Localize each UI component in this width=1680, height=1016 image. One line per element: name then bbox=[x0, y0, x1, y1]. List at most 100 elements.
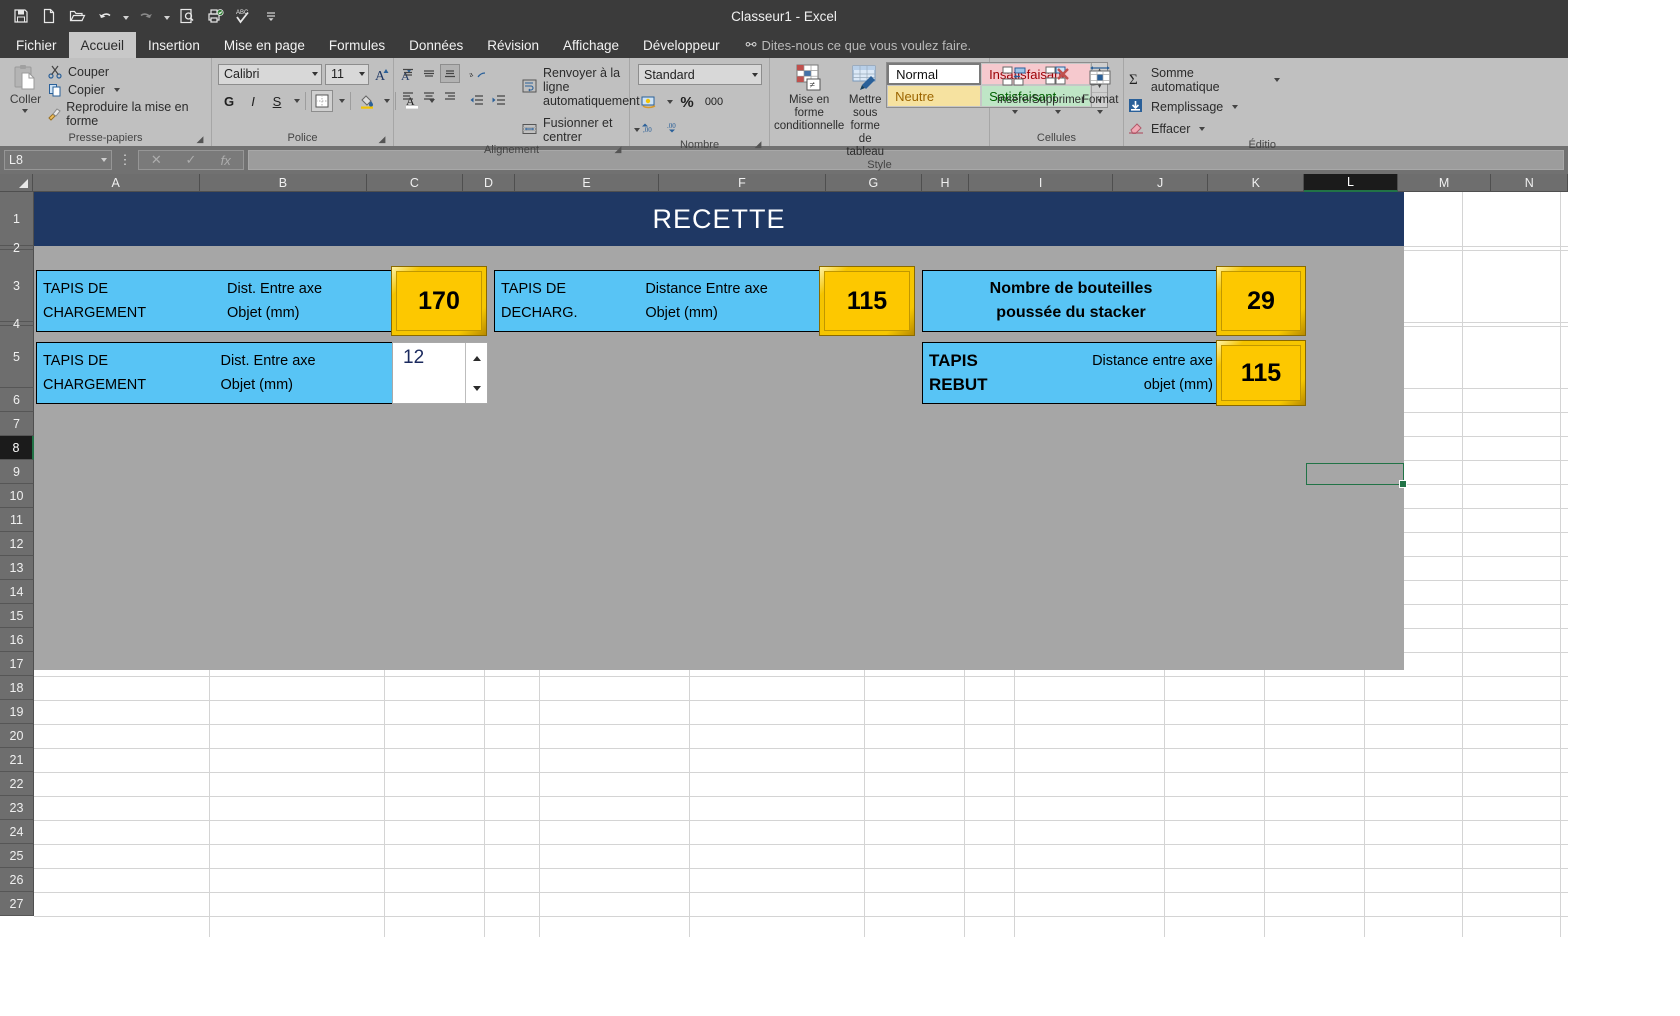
autosum-dropdown-icon[interactable] bbox=[1274, 78, 1280, 82]
column-header-F[interactable]: F bbox=[658, 174, 827, 192]
formula-bar-handle[interactable]: ⋮ bbox=[116, 152, 134, 168]
row-header-11[interactable]: 11 bbox=[0, 508, 34, 532]
spinner-arrows[interactable] bbox=[465, 343, 487, 403]
alignment-dialog-launcher[interactable]: ◢ bbox=[613, 145, 623, 155]
borders-dropdown-icon[interactable] bbox=[339, 99, 345, 103]
autosum-button[interactable]: Σ Somme automatique bbox=[1128, 64, 1280, 96]
align-left-button[interactable] bbox=[398, 87, 418, 106]
selected-cell-L8[interactable] bbox=[1306, 463, 1407, 488]
value-box-tapis-rebut[interactable]: 115 bbox=[1216, 340, 1306, 406]
tab-affichage[interactable]: Affichage bbox=[551, 32, 631, 58]
row-header-18[interactable]: 18 bbox=[0, 676, 34, 700]
cancel-icon[interactable]: ✕ bbox=[139, 152, 174, 168]
column-header-N[interactable]: N bbox=[1491, 174, 1568, 192]
font-name-combo[interactable]: Calibri bbox=[218, 63, 322, 85]
paste-dropdown-icon[interactable] bbox=[22, 109, 29, 113]
thousands-separator-button[interactable]: 000 bbox=[701, 91, 727, 113]
font-dialog-launcher[interactable]: ◢ bbox=[377, 135, 387, 145]
borders-button[interactable] bbox=[311, 90, 333, 112]
cell-style-normal[interactable]: Normal bbox=[887, 63, 982, 85]
spinner-value[interactable]: 12 bbox=[393, 343, 465, 403]
row-header-20[interactable]: 20 bbox=[0, 724, 34, 748]
percent-style-button[interactable]: % bbox=[676, 91, 698, 113]
column-header-D[interactable]: D bbox=[462, 174, 516, 192]
customize-qat-icon[interactable] bbox=[258, 3, 284, 29]
chevron-down-icon[interactable] bbox=[101, 158, 107, 162]
tab-donnees[interactable]: Données bbox=[397, 32, 475, 58]
insert-cells-button[interactable]: Insérer bbox=[994, 60, 1035, 114]
print-preview-icon[interactable] bbox=[174, 3, 200, 29]
row-header-7[interactable]: 7 bbox=[0, 412, 34, 436]
row-header-6[interactable]: 6 bbox=[0, 388, 34, 412]
format-cells-button[interactable]: Format bbox=[1081, 60, 1119, 114]
clear-button[interactable]: Effacer bbox=[1128, 118, 1206, 139]
column-header-L[interactable]: L bbox=[1304, 174, 1398, 192]
tab-fichier[interactable]: Fichier bbox=[4, 32, 69, 58]
row-header-14[interactable]: 14 bbox=[0, 580, 34, 604]
number-dialog-launcher[interactable]: ◢ bbox=[753, 140, 763, 150]
clear-dropdown-icon[interactable] bbox=[1199, 126, 1206, 131]
align-middle-button[interactable] bbox=[419, 64, 439, 83]
format-as-table-button[interactable]: Mettre sous forme de tableau bbox=[846, 60, 884, 159]
undo-icon[interactable] bbox=[92, 3, 118, 29]
redo-icon[interactable] bbox=[133, 3, 159, 29]
name-box[interactable]: L8 bbox=[4, 150, 112, 170]
tab-revision[interactable]: Révision bbox=[475, 32, 551, 58]
confirm-icon[interactable]: ✓ bbox=[174, 152, 209, 168]
row-header-3[interactable]: 3 bbox=[0, 250, 34, 322]
row-header-5[interactable]: 5 bbox=[0, 326, 34, 388]
format-dropdown-icon[interactable] bbox=[1097, 110, 1104, 114]
tell-me-box[interactable]: ⚯ Dites-nous ce que vous voulez faire. bbox=[732, 32, 971, 58]
row-header-27[interactable]: 27 bbox=[0, 892, 34, 916]
fill-button[interactable]: Remplissage bbox=[1128, 96, 1239, 118]
bold-button[interactable]: G bbox=[218, 90, 240, 112]
tab-accueil[interactable]: Accueil bbox=[68, 32, 137, 58]
column-header-H[interactable]: H bbox=[921, 174, 970, 192]
spinner-tapis-chargement-2[interactable]: 12 bbox=[392, 342, 488, 404]
column-header-K[interactable]: K bbox=[1208, 174, 1305, 192]
column-header-G[interactable]: G bbox=[826, 174, 922, 192]
cut-button[interactable]: Couper bbox=[47, 64, 207, 79]
row-header-15[interactable]: 15 bbox=[0, 604, 34, 628]
copy-button[interactable]: Copier bbox=[47, 82, 207, 97]
spinner-up-icon[interactable] bbox=[466, 343, 487, 373]
cell-style-neutre[interactable]: Neutre bbox=[887, 85, 982, 107]
row-header-10[interactable]: 10 bbox=[0, 484, 34, 508]
clipboard-dialog-launcher[interactable]: ◢ bbox=[195, 135, 205, 145]
insert-dropdown-icon[interactable] bbox=[1011, 110, 1018, 114]
currency-format-button[interactable] bbox=[638, 91, 660, 113]
column-header-E[interactable]: E bbox=[515, 174, 659, 192]
tab-formules[interactable]: Formules bbox=[317, 32, 397, 58]
row-header-13[interactable]: 13 bbox=[0, 556, 34, 580]
value-box-tapis-decharg[interactable]: 115 bbox=[819, 266, 915, 336]
row-header-26[interactable]: 26 bbox=[0, 868, 34, 892]
number-format-combo[interactable]: Standard bbox=[638, 64, 762, 85]
fill-color-button[interactable] bbox=[356, 90, 378, 112]
insert-function-icon[interactable]: fx bbox=[208, 153, 243, 168]
row-header-17[interactable]: 17 bbox=[0, 652, 34, 676]
paste-button[interactable]: Coller bbox=[4, 60, 47, 113]
column-header-A[interactable]: A bbox=[32, 174, 200, 192]
row-header-12[interactable]: 12 bbox=[0, 532, 34, 556]
merge-center-button[interactable]: Fusionner et centrer bbox=[522, 116, 640, 144]
tab-developpeur[interactable]: Développeur bbox=[631, 32, 732, 58]
redo-dropdown-icon[interactable] bbox=[161, 3, 172, 29]
row-header-16[interactable]: 16 bbox=[0, 628, 34, 652]
orientation-button[interactable]: a bbox=[466, 64, 490, 86]
align-center-button[interactable] bbox=[419, 87, 439, 106]
undo-dropdown-icon[interactable] bbox=[120, 3, 131, 29]
increase-indent-button[interactable] bbox=[488, 90, 508, 109]
align-top-button[interactable] bbox=[398, 64, 418, 83]
row-header-22[interactable]: 22 bbox=[0, 772, 34, 796]
column-header-B[interactable]: B bbox=[199, 174, 368, 192]
font-size-combo[interactable]: 11 bbox=[325, 63, 369, 85]
value-box-nombre-bouteilles[interactable]: 29 bbox=[1216, 266, 1306, 336]
fill-color-dropdown-icon[interactable] bbox=[384, 99, 390, 103]
align-bottom-button[interactable] bbox=[440, 64, 460, 83]
row-header-21[interactable]: 21 bbox=[0, 748, 34, 772]
conditional-formatting-button[interactable]: ≠ Mise en forme conditionnelle bbox=[774, 60, 844, 133]
decrease-decimal-button[interactable]: .00 bbox=[664, 117, 686, 139]
row-header-9[interactable]: 9 bbox=[0, 460, 34, 484]
delete-dropdown-icon[interactable] bbox=[1055, 110, 1062, 114]
copy-dropdown-icon[interactable] bbox=[113, 87, 120, 92]
